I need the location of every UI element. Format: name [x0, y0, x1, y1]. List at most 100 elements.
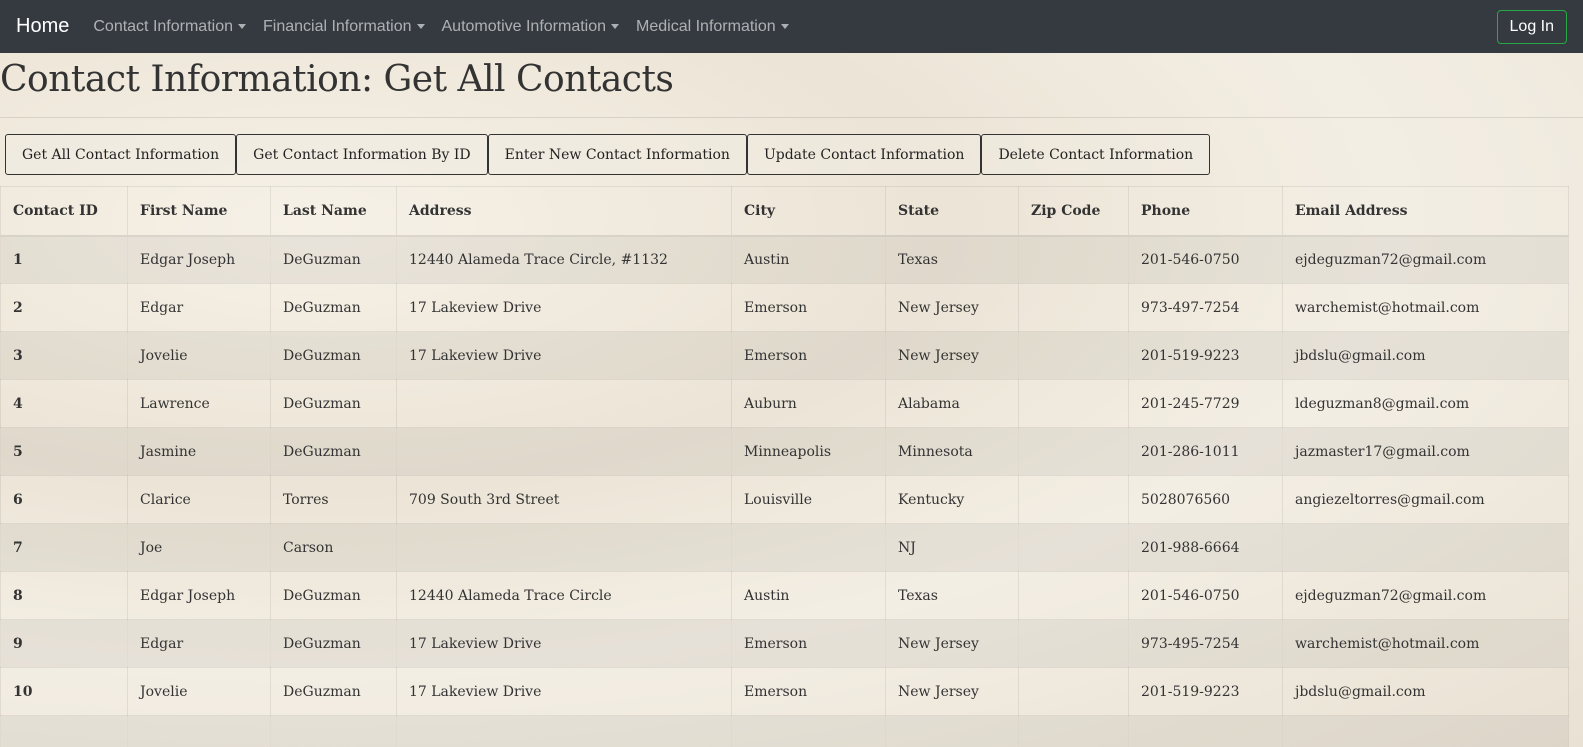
- table-cell: Edgar Joseph: [127, 235, 271, 284]
- table-cell: [1018, 427, 1129, 476]
- menu-label: Financial Information: [262, 17, 412, 35]
- table-cell: Emerson: [731, 667, 886, 716]
- table-cell: Emerson: [731, 619, 886, 668]
- table-cell: [1018, 523, 1129, 572]
- table-cell: 17 Lakeview Drive: [396, 331, 732, 380]
- caret-down-icon: [416, 24, 425, 29]
- table-cell: Texas: [885, 235, 1019, 284]
- table-cell: Carson: [270, 523, 397, 572]
- contacts-table: Contact ID First Name Last Name Address City…: [0, 186, 1569, 747]
- table-cell: New Jersey: [885, 331, 1019, 380]
- table-cell: Edgar Joseph: [127, 571, 271, 620]
- table-cell: [1128, 715, 1283, 747]
- get-all-contacts-button[interactable]: Get All Contact Information: [5, 134, 237, 175]
- table-cell: 201-245-7729: [1128, 379, 1283, 428]
- menu-contact-information[interactable]: Contact Information: [93, 18, 246, 36]
- table-cell: 201-546-0750: [1128, 571, 1283, 620]
- table-cell: Kentucky: [885, 475, 1019, 524]
- table-cell: New Jersey: [885, 667, 1019, 716]
- table-cell: DeGuzman: [270, 235, 397, 284]
- table-cell: 201-519-9223: [1128, 331, 1283, 380]
- enter-new-contact-button[interactable]: Enter New Contact Information: [487, 134, 747, 175]
- table-cell: DeGuzman: [270, 619, 397, 668]
- table-cell: warchemist@hotmail.com: [1282, 619, 1569, 668]
- table-cell: [1018, 619, 1129, 668]
- table-cell: 9: [0, 619, 128, 668]
- table-cell: 201-988-6664: [1128, 523, 1283, 572]
- table-cell: [396, 379, 732, 428]
- table-cell: warchemist@hotmail.com: [1282, 283, 1569, 332]
- menu-label: Contact Information: [93, 17, 233, 35]
- table-cell: 7: [0, 523, 128, 572]
- table-cell: [270, 715, 397, 747]
- table-cell: ldeguzman8@gmail.com: [1282, 379, 1569, 428]
- table-cell: [1018, 379, 1129, 428]
- caret-down-icon: [237, 24, 246, 29]
- table-cell: [0, 715, 128, 747]
- page-title: Contact Information: Get All Contacts: [0, 59, 674, 100]
- table-cell: [1018, 331, 1129, 380]
- table-cell: Edgar: [127, 283, 271, 332]
- menu-financial-information[interactable]: Financial Information: [263, 18, 425, 36]
- home-link[interactable]: Home: [16, 15, 69, 38]
- table-cell: 12440 Alameda Trace Circle: [396, 571, 732, 620]
- table-cell: 5: [0, 427, 128, 476]
- caret-down-icon: [611, 24, 620, 29]
- table-cell: [396, 427, 732, 476]
- table-cell: [1018, 667, 1129, 716]
- table-row: 3 Jovelie DeGuzman 17 Lakeview Drive Emerson…: [0, 331, 1569, 380]
- table-cell: New Jersey: [885, 619, 1019, 668]
- table-row: 10 Jovelie DeGuzman 17 Lakeview Drive Emerso…: [0, 667, 1569, 716]
- delete-contact-button[interactable]: Delete Contact Information: [981, 134, 1211, 175]
- menu-automotive-information[interactable]: Automotive Information: [442, 18, 620, 36]
- table-cell: 201-286-1011: [1128, 427, 1283, 476]
- table-row: 4 Lawrence DeGuzman Auburn Alabama 201-245-77…: [0, 379, 1569, 428]
- table-cell: Jovelie: [127, 331, 271, 380]
- get-contact-by-id-button[interactable]: Get Contact Information By ID: [236, 134, 488, 175]
- table-body: 1 Edgar Joseph DeGuzman 12440 Alameda Trace…: [0, 235, 1569, 747]
- column-header: Address: [396, 186, 732, 237]
- table-cell: 8: [0, 571, 128, 620]
- table-cell: 4: [0, 379, 128, 428]
- table-cell: Jasmine: [127, 427, 271, 476]
- table-cell: 17 Lakeview Drive: [396, 667, 732, 716]
- table-row: 8 Edgar Joseph DeGuzman 12440 Alameda Trace…: [0, 571, 1569, 620]
- table-row: 6 Clarice Torres 709 South 3rd Street Louisv…: [0, 475, 1569, 524]
- table-cell: DeGuzman: [270, 331, 397, 380]
- table-cell: 17 Lakeview Drive: [396, 619, 732, 668]
- table-cell: NJ: [885, 523, 1019, 572]
- caret-down-icon: [780, 24, 789, 29]
- table-row: 2 Edgar DeGuzman 17 Lakeview Drive Emerson Ne…: [0, 283, 1569, 332]
- table-cell: Jovelie: [127, 667, 271, 716]
- table-cell: 3: [0, 331, 128, 380]
- table-cell: Austin: [731, 235, 886, 284]
- table-cell: 201-546-0750: [1128, 235, 1283, 284]
- table-cell: [885, 715, 1019, 747]
- table-cell: Alabama: [885, 379, 1019, 428]
- table-cell: [396, 523, 732, 572]
- table-cell: Auburn: [731, 379, 886, 428]
- table-cell: Minneapolis: [731, 427, 886, 476]
- menu-label: Medical Information: [636, 17, 776, 35]
- table-cell: 12440 Alameda Trace Circle, #1132: [396, 235, 732, 284]
- table-cell: 2: [0, 283, 128, 332]
- table-cell: Emerson: [731, 283, 886, 332]
- menu-label: Automotive Information: [441, 17, 607, 35]
- table-header-row: Contact ID First Name Last Name Address City…: [0, 186, 1569, 237]
- table-row: 7 Joe Carson NJ 201-988-6664: [0, 523, 1569, 572]
- table-cell: [127, 715, 271, 747]
- table-cell: 709 South 3rd Street: [396, 475, 732, 524]
- table-cell: 1: [0, 235, 128, 284]
- column-header: State: [885, 186, 1019, 237]
- table-cell: Minnesota: [885, 427, 1019, 476]
- table-cell: Texas: [885, 571, 1019, 620]
- login-button[interactable]: Log In: [1496, 9, 1567, 44]
- table-cell: 973-497-7254: [1128, 283, 1283, 332]
- column-header: Contact ID: [0, 186, 128, 237]
- table-cell: [731, 523, 886, 572]
- update-contact-button[interactable]: Update Contact Information: [746, 134, 982, 175]
- action-button-row: Get All Contact Information Get Contact …: [0, 118, 1583, 175]
- table-cell: [1282, 523, 1569, 572]
- table-row: [0, 715, 1569, 747]
- menu-medical-information[interactable]: Medical Information: [636, 18, 789, 36]
